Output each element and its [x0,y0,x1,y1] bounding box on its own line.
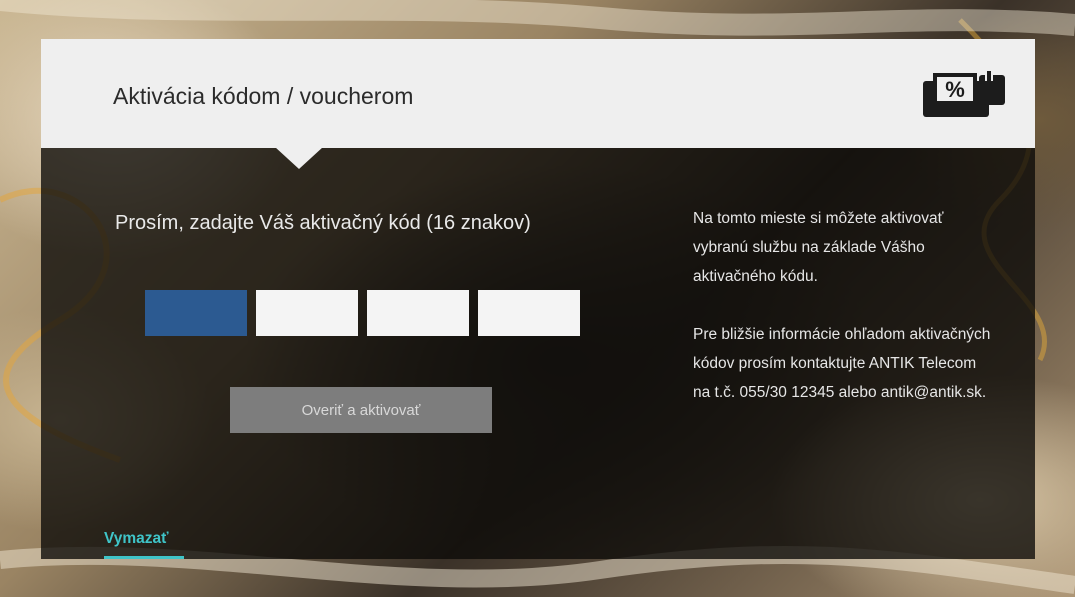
dialog-body: Prosím, zadajte Váš aktivačný kód (16 zn… [41,148,1035,559]
clear-underline [104,556,184,559]
code-input-group [145,290,580,336]
clear-button[interactable]: Vymazať [104,530,169,548]
dialog-title: Aktivácia kódom / voucherom [113,83,414,109]
info-paragraph: Na tomto mieste si môžete aktivovať vybr… [693,210,944,285]
verify-activate-button[interactable]: Overiť a aktivovať [230,387,492,433]
info-paragraph: Pre bližšie informácie ohľadom aktivačný… [693,326,991,401]
dialog-header: Aktivácia kódom / voucherom % [41,39,1035,148]
voucher-percent-icon: % [923,69,1005,117]
info-panel: Na tomto mieste si môžete aktivovať vybr… [693,204,993,436]
code-prompt: Prosím, zadajte Váš aktivačný kód (16 zn… [115,212,531,234]
code-field-2[interactable] [256,290,358,336]
code-field-4[interactable] [478,290,580,336]
code-field-3[interactable] [367,290,469,336]
activation-dialog: Aktivácia kódom / voucherom % Prosím, za… [41,39,1035,559]
code-field-1[interactable] [145,290,247,336]
header-pointer [275,147,323,169]
svg-text:%: % [945,77,965,102]
